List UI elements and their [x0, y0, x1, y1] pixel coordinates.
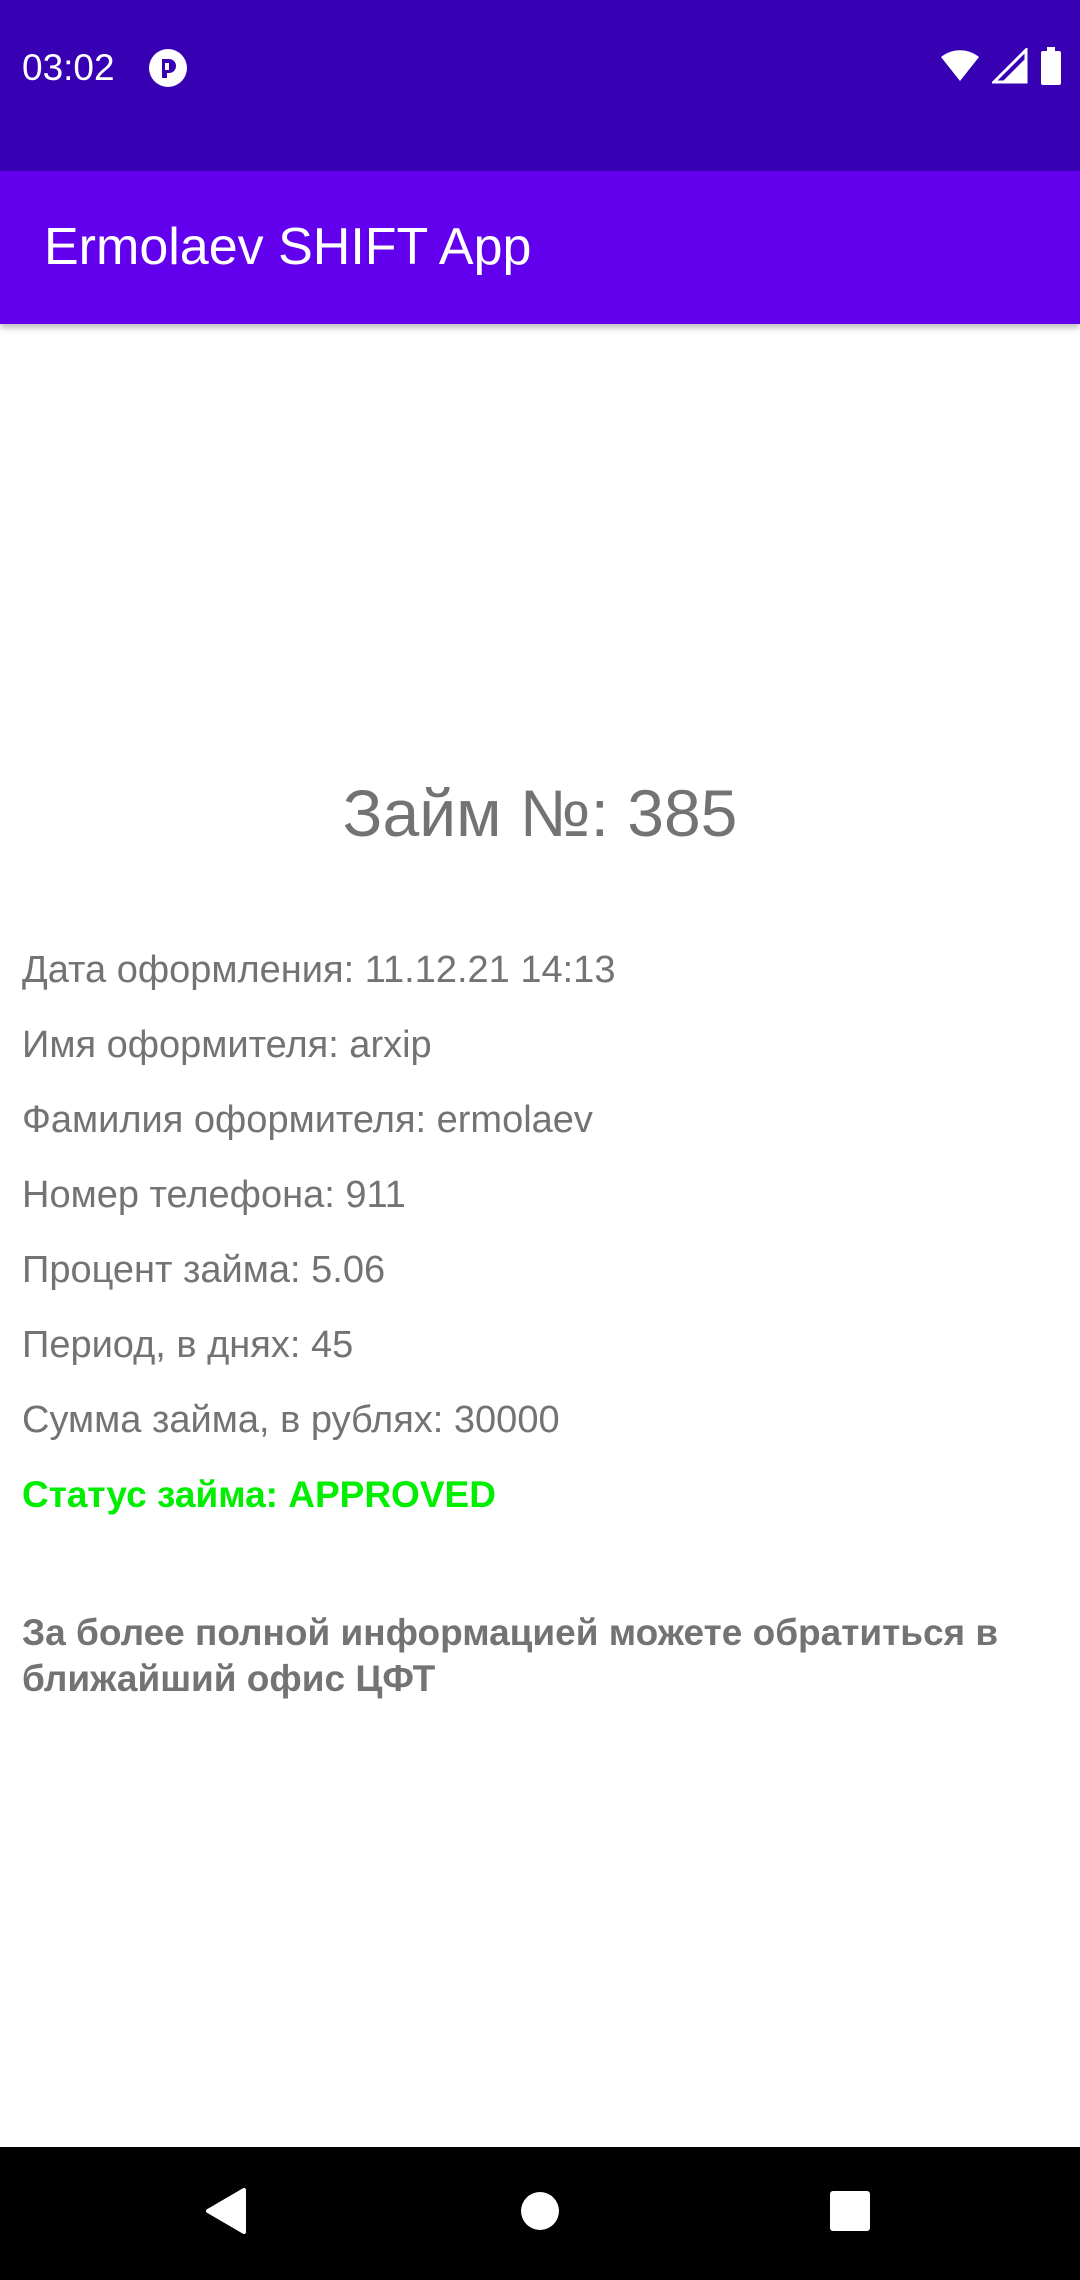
loan-status: Статус займа: APPROVED: [22, 1474, 496, 1515]
app-notification-icon: [148, 48, 188, 88]
loan-period: Период, в днях: 45: [22, 1324, 354, 1366]
recents-button[interactable]: [814, 2177, 886, 2249]
back-triangle-icon: [204, 2186, 248, 2241]
info-text: За более полной информацией можете обрат…: [22, 1612, 999, 1699]
home-circle-icon: [519, 2190, 561, 2237]
battery-icon: [1040, 46, 1062, 90]
recents-square-icon: [829, 2190, 871, 2237]
app-title: Ermolaev SHIFT App: [44, 218, 532, 276]
back-button[interactable]: [190, 2177, 262, 2249]
home-button[interactable]: [504, 2177, 576, 2249]
navigation-bar: [0, 2147, 1080, 2280]
status-icons: [940, 45, 1062, 90]
status-time: 03:02: [22, 47, 115, 88]
loan-details: Дата оформления: 11.12.21 14:13 Имя офор…: [22, 940, 1058, 1540]
signal-icon: [990, 45, 1028, 89]
applicant-last-name: Фамилия оформителя: ermolaev: [22, 1099, 593, 1141]
status-bar: 03:02: [0, 0, 1080, 171]
loan-percent: Процент займа: 5.06: [22, 1249, 386, 1291]
loan-date: Дата оформления: 11.12.21 14:13: [22, 949, 616, 991]
app-bar: Ermolaev SHIFT App: [0, 171, 1080, 324]
loan-title: Займ №: 385: [342, 776, 738, 850]
applicant-first-name: Имя оформителя: arxip: [22, 1024, 432, 1066]
loan-amount: Сумма займа, в рублях: 30000: [22, 1399, 560, 1441]
screen: 03:02 Ermolaev SHIFT App Займ №: 385 Дат…: [0, 0, 1080, 2280]
phone-number: Номер телефона: 911: [22, 1174, 406, 1216]
wifi-icon: [940, 49, 980, 88]
